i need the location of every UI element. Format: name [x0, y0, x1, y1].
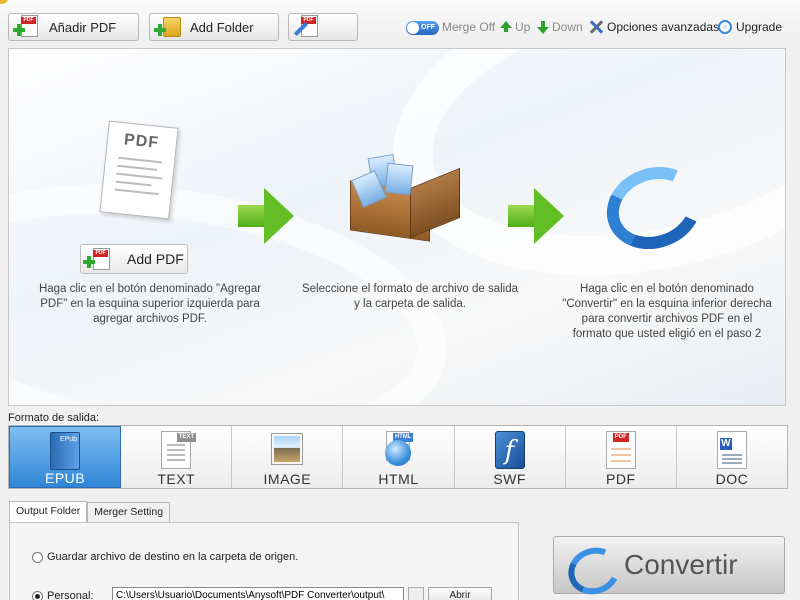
arrow-up-icon [500, 20, 512, 32]
edit-pdf-icon: PDF [293, 15, 319, 39]
tab-merger-setting[interactable]: Merger Setting [87, 502, 171, 522]
merge-toggle[interactable]: OFF [406, 21, 439, 35]
option-custom-folder[interactable]: Personal: [32, 590, 93, 600]
down-label: Down [552, 20, 583, 34]
format-selector: EPUB TEXT TEXT IMAGE HTML HTML SWF PDF P… [8, 425, 788, 489]
output-format-label: Formato de salida: [8, 412, 100, 424]
tools-icon [589, 20, 603, 34]
pdf-document-icon: PDF [99, 120, 179, 220]
flash-icon [494, 431, 525, 469]
option-source-label: Guardar archivo de destino en la carpeta… [47, 551, 299, 563]
epub-book-icon [50, 432, 81, 470]
convert-label: Convertir [624, 549, 738, 580]
step1-instructions: Haga clic en el botón denominado "Agrega… [38, 283, 262, 325]
globe-icon [718, 20, 732, 34]
settings-tabs: Output Folder Merger Setting [9, 501, 171, 523]
add-folder-button[interactable]: Add Folder [149, 13, 279, 41]
pdf-file-icon: PDF [605, 431, 636, 469]
merge-label: Merge Off [442, 20, 496, 34]
convert-cycle-icon [568, 546, 612, 584]
step3-instructions: Haga clic en el botón denominado "Conver… [562, 283, 772, 340]
option-custom-label: Personal: [47, 590, 94, 600]
format-html[interactable]: HTML HTML [343, 426, 455, 488]
format-doc[interactable]: DOC [676, 426, 787, 488]
html-globe-icon [385, 440, 412, 466]
format-pdf[interactable]: PDF PDF [565, 426, 677, 488]
arrow-down-icon [537, 20, 549, 34]
radio-source-folder[interactable] [32, 551, 43, 563]
open-folder-button[interactable]: Abrir [428, 587, 492, 600]
advanced-options-button[interactable]: Opciones avanzadas [589, 20, 719, 34]
edit-pdf-button[interactable]: PDF [288, 13, 358, 41]
window-icon [0, 0, 8, 4]
convert-cycle-icon [595, 153, 713, 263]
arrow-right-icon [508, 188, 564, 244]
add-pdf-icon: PDF [83, 247, 113, 271]
browse-button[interactable] [408, 587, 424, 600]
step2-instructions: Seleccione el formato de archivo de sali… [301, 283, 519, 310]
format-image[interactable]: IMAGE [232, 426, 344, 488]
format-epub[interactable]: EPUB [9, 426, 122, 488]
merge-status: Merge Off [442, 20, 495, 34]
up-label: Up [515, 20, 531, 34]
radio-custom-folder[interactable] [32, 590, 43, 600]
text-file-icon: TEXT [161, 431, 197, 469]
step1-add-pdf-button: PDF Add PDF [80, 244, 188, 274]
step1-button-label: Add PDF [127, 251, 184, 267]
add-pdf-button[interactable]: PDF Añadir PDF [8, 13, 139, 41]
tab-output-folder[interactable]: Output Folder [9, 501, 88, 522]
upgrade-button[interactable]: Upgrade [718, 20, 782, 34]
format-box-icon [350, 153, 462, 242]
upgrade-label: Upgrade [736, 20, 783, 34]
option-source-folder[interactable]: Guardar archivo de destino en la carpeta… [32, 551, 298, 563]
word-doc-icon [716, 431, 747, 469]
advanced-options-label: Opciones avanzadas [607, 20, 720, 34]
add-folder-icon [154, 15, 181, 39]
move-down-button[interactable]: Down [537, 20, 583, 34]
output-path-field[interactable] [112, 587, 404, 600]
add-pdf-label: Añadir PDF [49, 19, 117, 35]
add-pdf-icon: PDF [13, 15, 39, 39]
format-text[interactable]: TEXT TEXT [121, 426, 233, 488]
toolbar: PDF Añadir PDF Add Folder PDF OFF Merge … [0, 0, 800, 46]
move-up-button[interactable]: Up [500, 20, 530, 34]
add-folder-label: Add Folder [190, 19, 254, 35]
format-swf[interactable]: SWF [454, 426, 566, 488]
convert-button[interactable]: Convertir [553, 536, 785, 594]
image-file-icon [271, 433, 304, 465]
arrow-right-icon [238, 188, 294, 244]
